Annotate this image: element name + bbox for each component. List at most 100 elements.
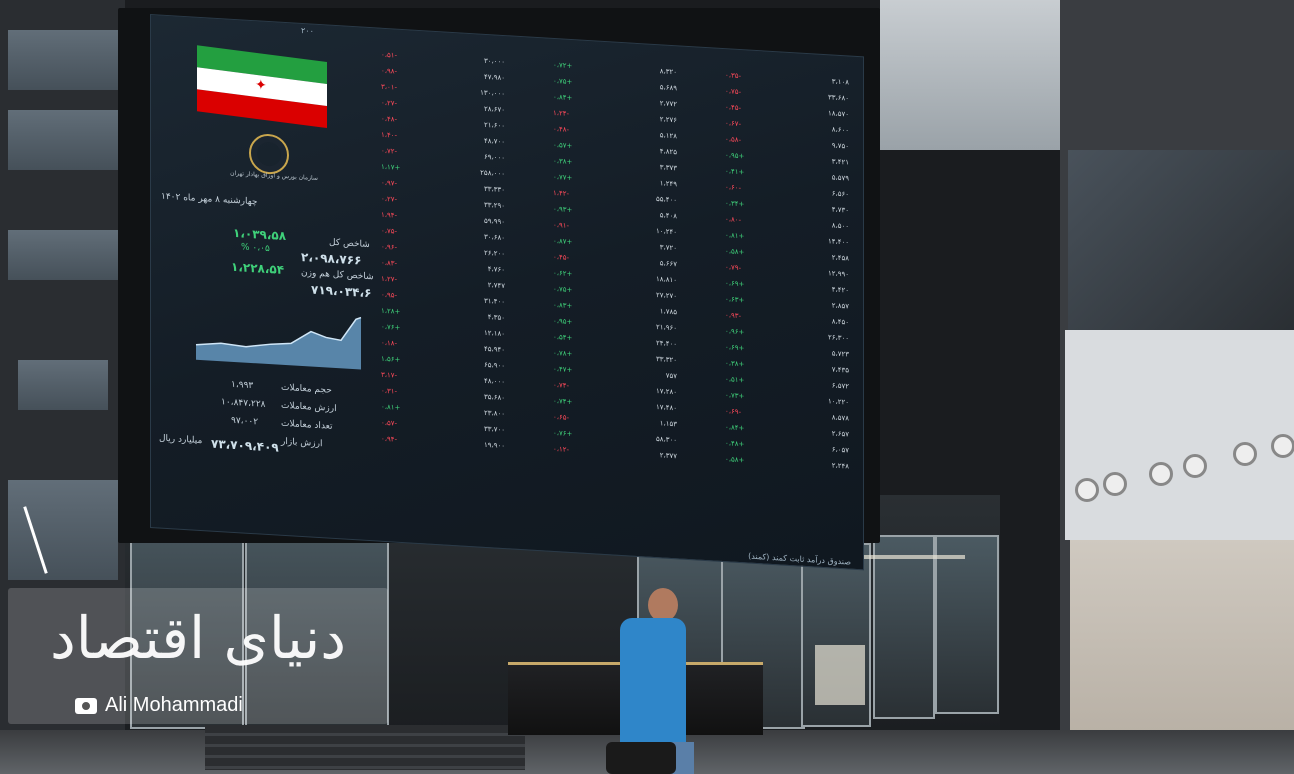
ticker-change: +۰،۹۶ (725, 327, 745, 337)
ticker-change: -۳،۱۷ (381, 370, 398, 380)
ticker-change: +۰،۶۹ (725, 279, 745, 289)
eq-index-label: شاخص کل هم وزن (301, 267, 374, 283)
ticker-change: -۱،۲۷ (381, 274, 398, 284)
ticker-price: ۵،۴۰۸ (659, 211, 677, 221)
ticker-price: ۳۵،۶۸۰ (483, 392, 505, 403)
ticker-price: ۲،۳۷۷ (659, 451, 677, 461)
market-value-label: ارزش بازار (281, 436, 323, 450)
index-change: ۱،۰۳۹،۵۸ (233, 225, 287, 244)
ticker-price: ۶،۵۷۲ (831, 381, 849, 391)
ticker-price: ۶۹،۰۰۰ (483, 152, 505, 163)
ticker-price: ۱۴،۴۰۰ (827, 237, 849, 247)
org-name: سازمان بورس و اوراق بهادار تهران (230, 169, 318, 182)
ticker-price: ۲،۷۴۷ (487, 281, 505, 291)
ticker-price: ۴،۷۳۰ (831, 205, 849, 215)
ticker-change: -۰،۶۰ (725, 183, 742, 193)
ticker-change: -۰،۹۴ (381, 434, 398, 444)
ticker-price: ۴۵،۹۴۰ (483, 344, 505, 355)
ticker-change: +۰،۸۱ (381, 402, 401, 412)
ticker-change: -۰،۵۸ (725, 135, 742, 145)
ticker-price: ۳،۱۰۸ (831, 77, 849, 87)
ticker-price: ۱۷،۴۸۰ (655, 403, 677, 413)
ticker-price: ۴۷،۹۸۰ (483, 72, 505, 83)
index-value: ۲،۰۹۸،۷۶۶ (301, 249, 362, 268)
ticker-change: +۰،۹۵ (553, 316, 573, 327)
ticker-price: ۲۳،۸۰۰ (483, 408, 505, 419)
ticker-change: +۰،۳۴ (725, 199, 745, 209)
ticker-price: ۱۷،۲۸۰ (655, 387, 677, 397)
ticker-price: ۶،۵۶۰ (831, 189, 849, 199)
ticker-change: -۰،۴۸ (553, 124, 570, 134)
watermark-brand: دنیای اقتصاد (49, 604, 347, 672)
ticker-change: +۰،۵۸ (725, 455, 745, 465)
ticker-change: +۰،۷۵ (553, 284, 573, 295)
ticker-price: ۴،۳۵۰ (487, 313, 505, 323)
ticker-change: +۰،۶۲ (553, 268, 573, 279)
ticker-change: -۰،۸۰ (725, 215, 742, 225)
flag-emblem-icon: ✦ (255, 76, 267, 95)
ticker-price: ۳۳،۲۹۰ (483, 200, 505, 211)
ticker-price: ۲۶،۳۰۰ (827, 333, 849, 343)
eq-index-change: ۱،۲۲۸،۵۴ (231, 259, 285, 277)
index-label: شاخص کل (329, 237, 370, 251)
ticker-change: -۰،۷۴ (553, 380, 570, 390)
ticker-change: -۰،۶۷ (725, 119, 742, 129)
ticker-change: -۰،۷۹ (725, 263, 742, 273)
ticker-price: ۴۸،۰۰۰ (483, 376, 505, 387)
ticker-price: ۲،۲۴۸ (831, 461, 849, 471)
ticker-change: +۰،۴۷ (553, 364, 573, 375)
ticker-price: ۱۰،۲۴۰ (655, 227, 677, 237)
ticker-price: ۴،۷۶۰ (487, 265, 505, 275)
ticker-price: ۴،۸۲۵ (659, 147, 677, 157)
ticker-price: ۵،۶۶۷ (659, 259, 677, 269)
ticker-change: -۰،۴۵ (553, 252, 570, 262)
ticker-price: ۲۶،۲۰۰ (483, 248, 505, 259)
ticker-price: ۳۰،۰۰۰ (483, 56, 505, 67)
ticker-change: +۰،۷۴ (553, 396, 573, 407)
ticker-price: ۵،۷۲۳ (831, 349, 849, 359)
ticker-change: +۱،۲۸ (381, 306, 401, 316)
ticker-price: ۲،۸۵۷ (831, 301, 849, 311)
ticker-change: +۰،۷۳ (725, 391, 745, 401)
ticker-change: +۰،۸۴ (553, 92, 573, 103)
ticker-price: ۲۷،۲۷۰ (655, 291, 677, 301)
market-value: ۷۳،۷۰۹،۴۰۹ (211, 436, 279, 455)
ticker-price: ۵،۶۸۹ (659, 83, 677, 93)
ticker-price: ۸،۶۰۰ (831, 125, 849, 135)
ticker-price: ۵۸،۳۰۰ (655, 435, 677, 445)
ticker-change: +۰،۴۱ (725, 167, 745, 177)
ticker-change: +۰،۴۸ (725, 439, 745, 449)
ticker-price: ۱۸،۵۷۰ (827, 109, 849, 119)
ticker-price: ۱۲،۱۸۰ (483, 328, 505, 339)
ticker-change: -۰،۲۷ (381, 98, 398, 108)
volume-label: حجم معاملات (281, 382, 332, 396)
ticker-change: +۰،۸۴ (725, 423, 745, 433)
ticker-price: ۳،۴۲۱ (831, 157, 849, 167)
ticker-change: -۰،۴۵ (725, 103, 742, 113)
photo-credit: Ali Mohammadi (75, 694, 243, 717)
ticker-change: +۰،۸۷ (553, 236, 573, 247)
ticker-price: ۳،۷۲۰ (659, 243, 677, 253)
ticker-price: ۳۱،۴۰۰ (483, 296, 505, 307)
ticker-change: -۰،۴۸ (381, 114, 398, 124)
ticker-price: ۴۸،۷۰۰ (483, 136, 505, 147)
ticker-change: -۱،۴۲ (553, 188, 570, 198)
ticker-change: -۰،۹۳ (725, 311, 742, 321)
person-shirt (620, 618, 686, 746)
iran-flag: ✦ (197, 45, 327, 129)
ticker-column-1: ۳۰،۰۰۰ -۰،۵۱ ۴۷،۹۸۰ -۰،۹۸ ۱۳۰،۰۰۰ -۳،۰۱ ۲۸،۶۷۰… (379, 51, 507, 529)
ticker-change: -۰،۸۳ (381, 258, 398, 268)
ticker-column-3: ۳،۱۰۸ -۰،۳۵ ۳۳،۶۸۰ -۰،۷۵ ۱۸،۵۷۰ -۰،۴۵ ۸،۶۰۰ -۰،… (723, 71, 851, 549)
ticker-price: ۳۳،۶۸۰ (827, 93, 849, 103)
ticker-price: ۲۵۸،۰۰۰ (480, 168, 505, 179)
ticker-change: +۰،۹۳ (553, 204, 573, 215)
ticker-price: ۵۹،۹۹۰ (483, 216, 505, 227)
ticker-price: ۱۰،۲۲۰ (827, 397, 849, 407)
volume-value: ۱،۹۹۳ (231, 379, 254, 392)
ticker-price: ۳،۳۷۳ (659, 163, 677, 173)
ticker-price: ۵۵،۴۰۰ (655, 195, 677, 205)
ticker-change: -۰،۹۱ (553, 220, 570, 230)
ticker-price: ۶،۰۵۷ (831, 445, 849, 455)
ticker-price: ۱۸،۸۱۰ (655, 275, 677, 285)
ticker-change: -۰،۶۵ (553, 412, 570, 422)
